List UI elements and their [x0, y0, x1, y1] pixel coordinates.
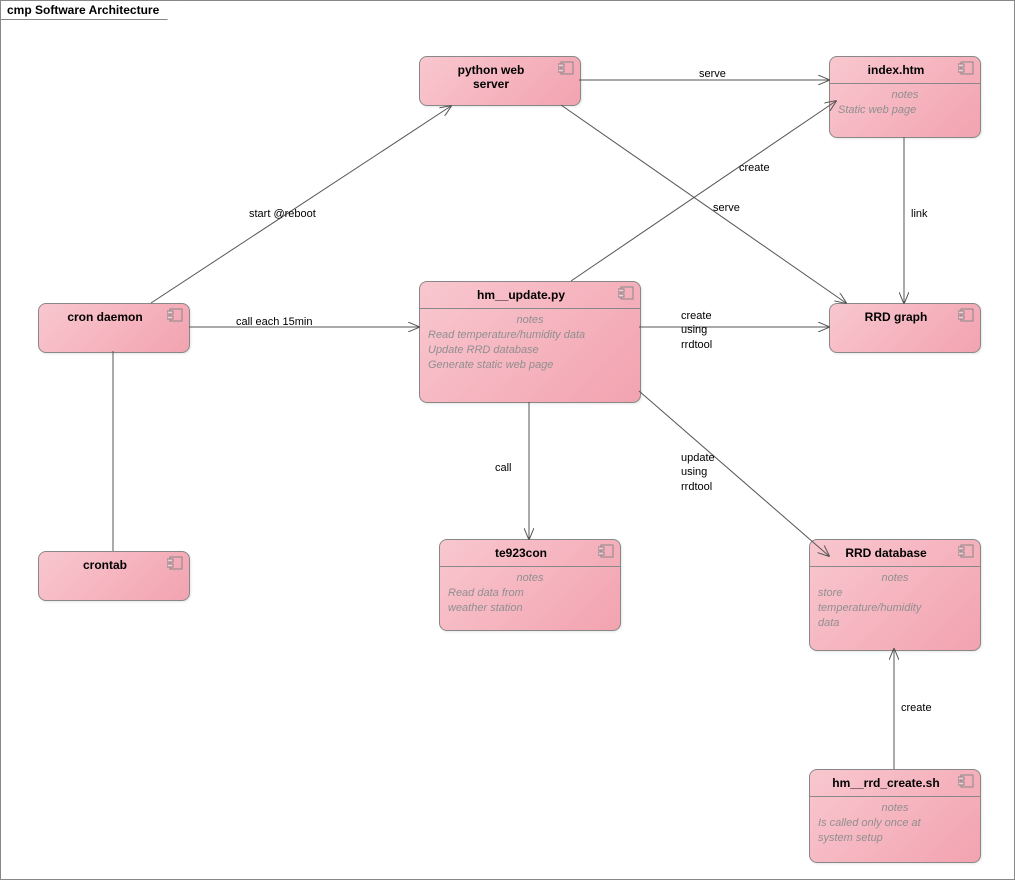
- notes-text: store temperature/humidity data: [818, 586, 972, 631]
- component-icon: [958, 544, 974, 558]
- component-icon: [167, 308, 183, 322]
- component-icon: [558, 61, 574, 75]
- component-hm-update: hm__update.py notes Read temperature/hum…: [419, 281, 641, 403]
- notes-label: notes: [448, 571, 612, 586]
- notes-text: Read temperature/humidity data Update RR…: [428, 328, 632, 373]
- component-title: index.htm: [868, 63, 925, 77]
- component-python-web-server: python web server: [419, 56, 581, 106]
- component-rrd-graph: RRD graph: [829, 303, 981, 353]
- edge-label-call-15min: call each 15min: [236, 315, 312, 329]
- edge-label-serve-1: serve: [699, 67, 726, 81]
- component-icon: [618, 286, 634, 300]
- edge-label-create-db: create: [901, 701, 932, 715]
- edge-label-create-using: create using rrdtool: [681, 309, 712, 352]
- notes-label: notes: [838, 88, 972, 103]
- notes-label: notes: [818, 571, 972, 586]
- component-icon: [167, 556, 183, 570]
- edge-label-call: call: [495, 461, 512, 475]
- component-title: hm__update.py: [477, 288, 565, 302]
- edge-label-link: link: [911, 207, 928, 221]
- component-te923con: te923con notes Read data from weather st…: [439, 539, 621, 631]
- edge-label-serve-2: serve: [713, 201, 740, 215]
- component-title: RRD database: [845, 546, 926, 560]
- diagram-frame: cmp Software Architecture cron daemon cr…: [0, 0, 1015, 880]
- frame-title-tab: cmp Software Architecture: [0, 0, 179, 20]
- notes-label: notes: [818, 801, 972, 816]
- component-title: RRD graph: [865, 310, 928, 324]
- notes-label: notes: [428, 313, 632, 328]
- component-icon: [958, 308, 974, 322]
- component-hm-rrd-create: hm__rrd_create.sh notes Is called only o…: [809, 769, 981, 863]
- component-rrd-database: RRD database notes store temperature/hum…: [809, 539, 981, 651]
- component-title: cron daemon: [67, 310, 142, 324]
- component-crontab: crontab: [38, 551, 190, 601]
- edge-label-start-reboot: start @reboot: [249, 207, 316, 221]
- component-index-htm: index.htm notes Static web page: [829, 56, 981, 138]
- frame-title: cmp Software Architecture: [7, 3, 159, 17]
- component-icon: [598, 544, 614, 558]
- notes-text: Is called only once at system setup: [818, 816, 972, 846]
- component-icon: [958, 61, 974, 75]
- component-title: hm__rrd_create.sh: [832, 776, 939, 790]
- component-title: python web server: [458, 63, 525, 91]
- edge-label-create: create: [739, 161, 770, 175]
- component-icon: [958, 774, 974, 788]
- component-title: crontab: [83, 558, 127, 572]
- notes-text: Read data from weather station: [448, 586, 612, 616]
- edge-label-update-using: update using rrdtool: [681, 451, 715, 494]
- notes-text: Static web page: [838, 103, 972, 118]
- component-title: te923con: [495, 546, 547, 560]
- component-cron-daemon: cron daemon: [38, 303, 190, 353]
